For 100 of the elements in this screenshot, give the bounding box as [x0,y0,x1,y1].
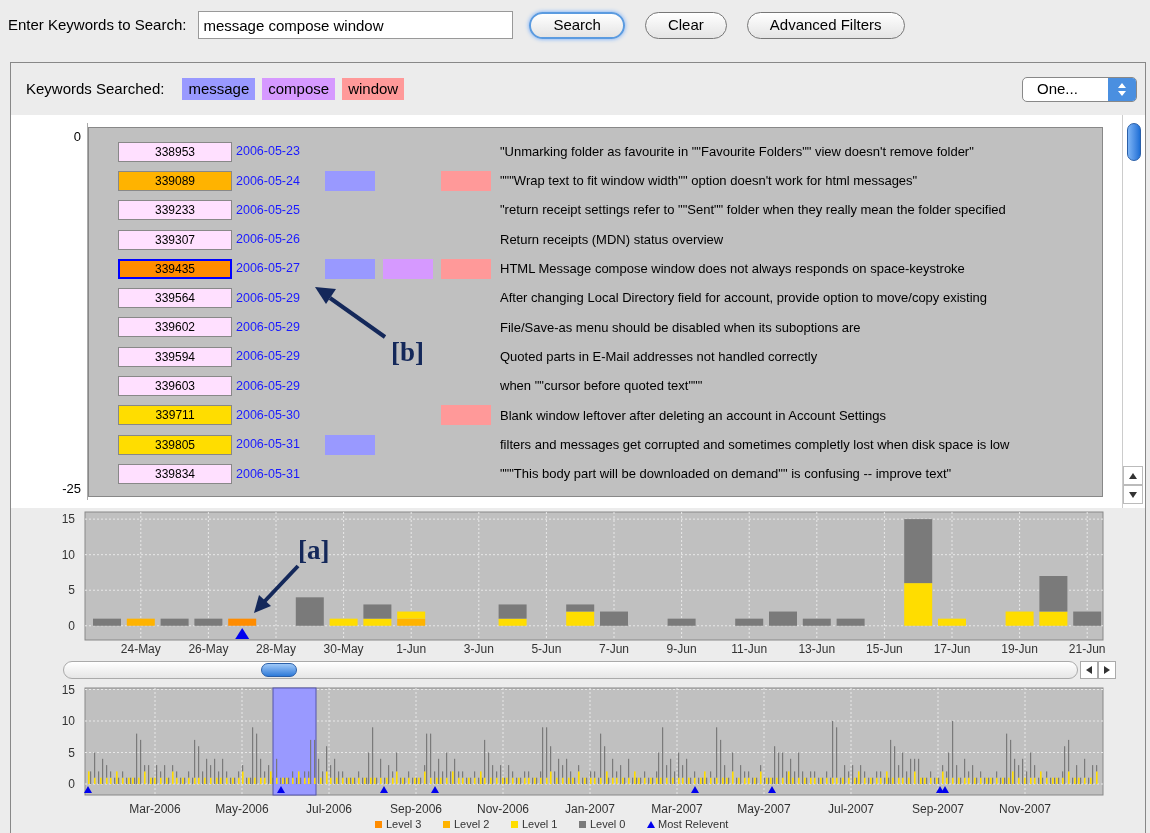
issue-date: 2006-05-26 [236,231,301,249]
issue-id[interactable]: 339834 [118,463,232,484]
issue-title: "return receipt settings refer to ""Sent"" folder when they really mean the folder specified [500,201,1006,220]
issue-title: when ""cursor before quoted text""" [500,377,703,396]
search-label: Enter Keywords to Search: [8,14,187,35]
x-tick-label: Sep-2006 [390,802,442,816]
x-tick-label: 17-Jun [933,642,971,656]
scroll-up-button[interactable] [1123,466,1143,485]
legend-label: Level 1 [522,818,558,830]
y-tick-label: 0 [68,618,75,633]
issue-date: 2006-05-29 [236,319,301,337]
marker-icon [647,821,655,828]
legend-label: Level 3 [386,818,422,830]
toolbar-button[interactable]: Clear [644,11,727,39]
horizontal-scrollbar[interactable] [63,661,1078,679]
x-tick-label: Jan-2007 [565,802,615,816]
scroll-down-button[interactable] [1123,485,1143,504]
bar [735,618,764,626]
x-tick-label: Nov-2007 [999,802,1051,816]
bar [802,618,831,626]
legend-swatch [579,821,586,828]
marker-icon [235,627,250,639]
bar [667,618,696,626]
x-tick-label: 15-Jun [866,642,903,656]
caret-down-icon [1129,491,1137,498]
issue-date: 2006-05-29 [236,377,301,395]
marker-icon [84,786,92,793]
keywords-label: Keywords Searched: [26,78,165,99]
caret-up-icon [1129,472,1137,479]
caret-left-icon [1086,666,1092,674]
marker-icon [431,786,439,793]
keyword-tag: compose [262,78,336,100]
scroll-right-button[interactable] [1098,661,1116,679]
issue-title: "Unmarking folder as favourite in ""Favourite Folders"" view doesn't remove folder" [500,142,974,161]
axis-label: 0 [73,128,81,146]
x-tick-label: 28-May [256,642,296,656]
toolbar-button[interactable]: Search [529,11,625,39]
marker-icon [768,786,776,793]
keyword-tag: window [342,78,405,100]
callout-label: [b] [391,336,424,369]
issue-title: Return receipts (MDN) status overview [500,230,724,249]
legend-swatch [443,821,450,828]
issue-id[interactable]: 339435 [118,258,232,279]
scrollbar-thumb[interactable] [1127,123,1141,161]
issue-date: 2006-05-24 [236,172,301,190]
y-tick-label: 0 [68,777,75,791]
x-tick-label: Jul-2006 [306,802,352,816]
issue-id[interactable]: 339805 [118,434,232,455]
legend-swatch [511,821,518,828]
x-tick-label: 11-Jun [731,642,768,656]
issue-id[interactable]: 339594 [118,346,232,367]
issue-title: """This body part will be downloaded on demand"" is confusing -- improve text" [500,465,952,484]
x-tick-label: Jul-2007 [828,802,874,816]
legend-label: Level 2 [454,818,490,830]
x-tick-label: 19-Jun [1001,642,1038,656]
scrollbar-thumb[interactable] [261,663,297,677]
scroll-left-button[interactable] [1080,661,1098,679]
x-tick-label: 21-Jun [1068,642,1106,656]
y-tick-label: 10 [61,714,75,728]
issue-date: 2006-05-31 [236,465,301,483]
issue-date: 2006-05-30 [236,406,301,424]
issue-id[interactable]: 339307 [118,229,232,250]
y-tick-label: 5 [68,745,75,760]
x-tick-label: 26-May [188,642,229,656]
marker-icon [691,786,699,793]
issue-id[interactable]: 339603 [118,376,232,396]
x-tick-label: 30-May [323,642,364,656]
x-tick-label: Mar-2006 [129,802,181,816]
x-tick-label: 5-Jun [531,642,562,656]
bar [836,618,865,626]
search-field[interactable]: message compose window [198,11,514,39]
issue-id[interactable]: 339564 [118,288,232,309]
bar [228,618,257,626]
issue-title: """Wrap text to fit window width"" option doesn't work for html messages" [500,172,918,191]
issue-title: filters and messages get corrupted and sometimes completly lost when disk space is low [500,435,1010,454]
mode-dropdown[interactable]: One... [1022,76,1137,102]
x-tick-label: 7-Jun [599,642,629,656]
y-tick-label: 15 [61,682,75,697]
issue-id[interactable]: 339233 [118,200,232,221]
x-tick-label: 24-May [120,642,161,656]
y-tick-label: 5 [68,583,75,598]
issue-id[interactable]: 338953 [118,141,232,162]
x-tick-label: 1-Jun [396,642,427,656]
bar [160,618,189,626]
bar [194,618,223,626]
x-tick-label: 9-Jun [666,642,697,656]
x-tick-label: May-2007 [737,802,791,816]
issue-title: HTML Message compose window does not always responds on space-keystroke [500,260,965,279]
issue-id[interactable]: 339602 [118,317,232,338]
toolbar-button[interactable]: Advanced Filters [746,11,905,39]
legend-label: Most Relevent [658,818,729,830]
issue-date: 2006-05-25 [236,201,301,219]
axis-label: -25 [62,479,81,498]
legend-label: Level 0 [590,818,626,830]
issue-title: Blank window leftover after deleting an account in Account Settings [500,406,886,425]
y-tick-label: 15 [61,512,75,527]
issue-id[interactable]: 339089 [118,170,232,191]
issue-id[interactable]: 339711 [118,405,232,426]
issue-title: Quoted parts in E-Mail addresses not handled correctly [500,347,818,366]
x-tick-label: Nov-2006 [477,802,529,816]
